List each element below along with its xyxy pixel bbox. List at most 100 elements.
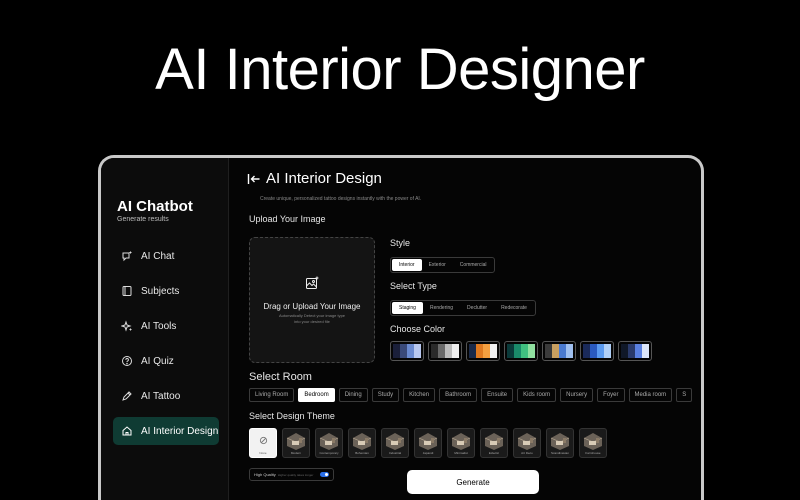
room-chip[interactable]: Foyer <box>597 388 625 402</box>
room-chip[interactable]: Nursery <box>560 388 594 402</box>
theme-label: Select Design Theme <box>249 411 335 421</box>
color-palette-option[interactable] <box>618 341 652 361</box>
theme-option[interactable]: Japandi <box>414 428 442 458</box>
sidebar-item-ai-chat[interactable]: AI Chat <box>113 242 219 270</box>
sidebar-item-label: AI Quiz <box>141 355 174 367</box>
theme-option[interactable]: Modern <box>282 428 310 458</box>
hero-title: AI Interior Designer <box>155 37 645 102</box>
room-chip[interactable]: S <box>676 388 693 402</box>
theme-label: Modern <box>290 451 302 455</box>
color-label: Choose Color <box>390 324 446 334</box>
theme-option[interactable]: Scandinavian <box>546 428 574 458</box>
room-render-thumbnail <box>349 429 375 451</box>
room-chip[interactable]: Dining <box>338 388 368 402</box>
room-chip[interactable]: Kids room <box>517 388 557 402</box>
upload-dropzone[interactable]: Drag or Upload Your Image Automatically … <box>249 237 375 363</box>
theme-label: Eclectic <box>488 451 500 455</box>
sidebar-item-subjects[interactable]: Subjects <box>113 277 219 305</box>
theme-label: Japandi <box>422 451 434 455</box>
type-option-rendering[interactable]: Rendering <box>423 302 460 314</box>
sidebar-nav: AI Chat Subjects AI Tools AI Quiz AI Tat… <box>113 242 219 452</box>
room-chip[interactable]: Living Room <box>249 388 295 402</box>
no-theme-icon <box>250 429 276 451</box>
high-quality-toggle-row[interactable]: High Quality Higher quality takes longer <box>249 468 334 481</box>
high-quality-label: High Quality <box>254 472 276 477</box>
room-render-thumbnail <box>382 429 408 451</box>
type-option-redecorate[interactable]: Redecorate <box>494 302 534 314</box>
sidebar-item-label: AI Tools <box>141 320 177 332</box>
app-window: AI Chatbot Generate results AI Chat Subj… <box>98 155 704 500</box>
room-render-thumbnail <box>448 429 474 451</box>
color-palette-option[interactable] <box>428 341 462 361</box>
sidebar-item-label: AI Chat <box>141 250 175 262</box>
theme-option[interactable]: Art Deco <box>513 428 541 458</box>
upload-title: Drag or Upload Your Image <box>263 302 361 312</box>
room-render-thumbnail <box>580 429 606 451</box>
color-palette-option[interactable] <box>504 341 538 361</box>
room-label: Select Room <box>249 371 312 383</box>
theme-option[interactable]: Industrial <box>381 428 409 458</box>
theme-option[interactable]: Minimalist <box>447 428 475 458</box>
style-option-interior[interactable]: Interior <box>392 259 422 271</box>
image-upload-icon <box>305 276 319 290</box>
room-render-thumbnail <box>481 429 507 451</box>
style-option-commercial[interactable]: Commercial <box>453 259 494 271</box>
brand: AI Chatbot Generate results <box>117 198 193 223</box>
brand-title: AI Chatbot <box>117 198 193 215</box>
type-option-staging[interactable]: Staging <box>392 302 423 314</box>
question-icon <box>121 355 133 367</box>
brand-subtitle: Generate results <box>117 216 169 223</box>
main-panel: AI Interior Design Create unique, person… <box>229 158 701 500</box>
room-chip-list: Living Room Bedroom Dining Study Kitchen Bath… <box>249 388 693 402</box>
upload-label: Upload Your Image <box>249 214 326 224</box>
theme-option[interactable]: Farmhouse <box>579 428 607 458</box>
sidebar-item-ai-quiz[interactable]: AI Quiz <box>113 347 219 375</box>
room-render-thumbnail <box>547 429 573 451</box>
style-option-exterior[interactable]: Exterior <box>422 259 453 271</box>
theme-label: None <box>259 451 267 455</box>
generate-button[interactable]: Generate <box>407 470 539 494</box>
sidebar-item-ai-tattoo[interactable]: AI Tattoo <box>113 382 219 410</box>
room-chip[interactable]: Media room <box>628 388 673 402</box>
style-segmented-control: Interior Exterior Commercial <box>390 257 496 273</box>
theme-label: Minimalist <box>454 451 468 455</box>
room-chip[interactable]: Ensuite <box>481 388 514 402</box>
color-palette-option[interactable] <box>580 341 614 361</box>
theme-label: Industrial <box>388 451 402 455</box>
theme-option[interactable]: None <box>249 428 277 458</box>
sparkles-icon <box>121 320 133 332</box>
sidebar-item-ai-interior-design[interactable]: AI Interior Design <box>113 417 219 445</box>
room-chip[interactable]: Bedroom <box>298 388 335 402</box>
theme-label: Scandinavian <box>550 451 569 455</box>
upload-hint: Automatically Detect your image type int… <box>278 313 346 324</box>
theme-list: None Modern Contemporary Bohemian Industrial… <box>249 428 607 458</box>
style-label: Style <box>390 238 411 248</box>
theme-option[interactable]: Bohemian <box>348 428 376 458</box>
sidebar-item-label: AI Tattoo <box>141 390 181 402</box>
theme-option[interactable]: Eclectic <box>480 428 508 458</box>
theme-label: Bohemian <box>355 451 369 455</box>
color-palette-option[interactable] <box>542 341 576 361</box>
room-chip[interactable]: Kitchen <box>403 388 436 402</box>
room-chip[interactable]: Study <box>371 388 400 402</box>
type-segmented-control: Staging Rendering Declutter Redecorate <box>390 300 536 316</box>
chat-sparkle-icon <box>121 250 133 262</box>
high-quality-hint: Higher quality takes longer <box>277 472 314 477</box>
book-icon <box>121 285 133 297</box>
pen-icon <box>121 390 133 402</box>
room-chip[interactable]: Bathroom <box>439 388 478 402</box>
sidebar-item-ai-tools[interactable]: AI Tools <box>113 312 219 340</box>
theme-option[interactable]: Contemporary <box>315 428 343 458</box>
page-title: AI Interior Design <box>266 170 382 187</box>
color-palette-option[interactable] <box>390 341 424 361</box>
room-render-thumbnail <box>415 429 441 451</box>
type-option-declutter[interactable]: Declutter <box>460 302 494 314</box>
home-icon <box>121 425 133 437</box>
back-arrow-icon[interactable] <box>247 172 261 186</box>
theme-label: Contemporary <box>319 451 339 455</box>
page-subtitle: Create unique, personalized tattoo desig… <box>260 196 422 202</box>
room-render-thumbnail <box>283 429 309 451</box>
color-palette-option[interactable] <box>466 341 500 361</box>
high-quality-toggle[interactable] <box>320 472 329 477</box>
theme-label: Art Deco <box>521 451 533 455</box>
